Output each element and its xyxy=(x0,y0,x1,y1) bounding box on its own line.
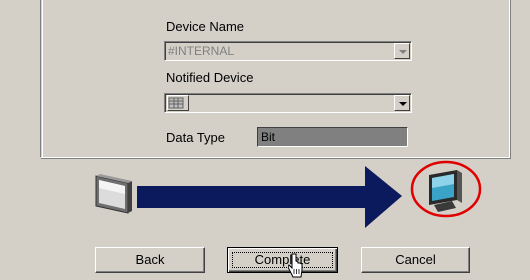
complete-button[interactable]: Complete xyxy=(227,247,338,273)
transfer-illustration xyxy=(95,160,482,228)
back-button-label: Back xyxy=(135,252,165,267)
monitor-icon xyxy=(429,170,462,212)
cancel-button-label: Cancel xyxy=(395,252,436,267)
wizard-dialog: Device Name #INTERNAL Notified Device Da… xyxy=(0,0,530,280)
cancel-button[interactable]: Cancel xyxy=(361,247,470,273)
display-panel-icon xyxy=(95,174,132,214)
pointer-cursor-icon xyxy=(288,253,303,278)
back-button[interactable]: Back xyxy=(95,247,205,273)
right-arrow-icon xyxy=(137,166,402,228)
